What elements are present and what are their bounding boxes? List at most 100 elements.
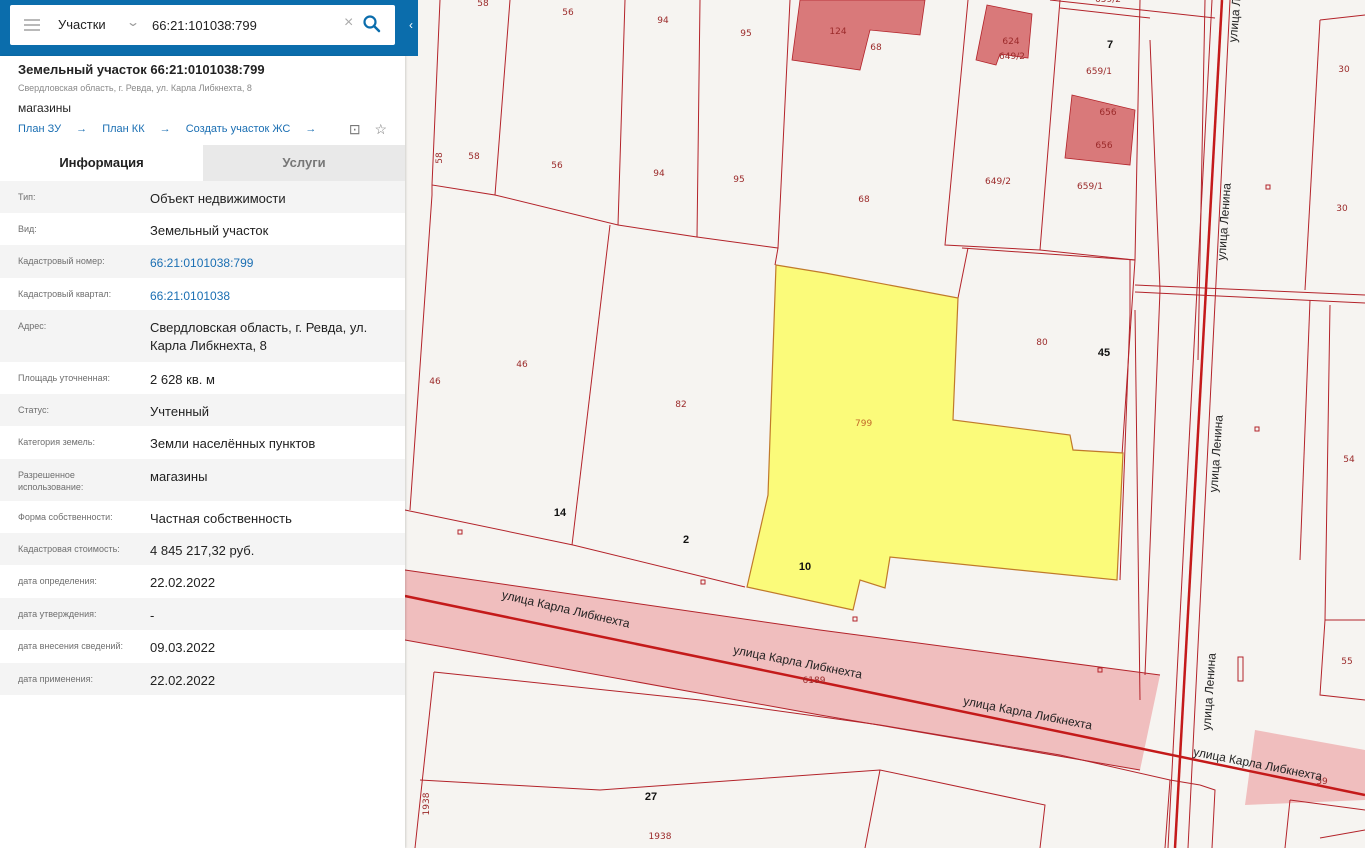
parcel-number-label: 649/2 bbox=[985, 177, 1011, 187]
info-row: Кадастровый номер: 66:21:0101038:799 bbox=[0, 245, 405, 278]
selected-parcel-label: 799 bbox=[855, 419, 872, 429]
search-input[interactable] bbox=[152, 14, 342, 36]
info-row: Адрес: Свердловская область, г. Ревда, ул… bbox=[0, 310, 405, 362]
info-row: дата применения: 22.02.2022 bbox=[0, 663, 405, 695]
parcel-number-label: 94 bbox=[657, 16, 669, 26]
info-row-label: Тип: bbox=[18, 192, 36, 202]
info-row: Тип: Объект недвижимости bbox=[0, 181, 405, 213]
info-row-label: Статус: bbox=[18, 405, 49, 415]
parcel-number-label: 659/1 bbox=[1077, 182, 1103, 192]
info-row-value: Частная собственность bbox=[150, 511, 292, 526]
info-row-label: Вид: bbox=[18, 224, 37, 234]
parcel-number-label: 1938 bbox=[422, 792, 432, 815]
search-type-select[interactable]: Участки bbox=[58, 17, 106, 32]
parcel-number-label: 624 bbox=[1002, 37, 1019, 47]
parcel-number-label: 649/2 bbox=[999, 52, 1025, 62]
parcel-actions: ⊡ ☆ bbox=[339, 121, 387, 138]
info-row-label: дата внесения сведений: bbox=[18, 641, 123, 651]
parcel-number-label: 30 bbox=[1338, 65, 1350, 75]
parcel-number-label: 68 bbox=[858, 195, 870, 205]
tab-information[interactable]: Информация bbox=[0, 145, 203, 181]
parcel-number-label: 46 bbox=[429, 377, 441, 387]
parcel-number-label: 58 bbox=[435, 152, 445, 164]
parcel-number-label: 58 bbox=[477, 0, 489, 9]
quarter-number-label: 27 bbox=[645, 791, 657, 803]
info-row-value: 09.03.2022 bbox=[150, 640, 216, 655]
parcel-number-label: 55 bbox=[1341, 657, 1352, 667]
info-row: дата утверждения: - bbox=[0, 598, 405, 630]
info-row: Форма собственности: Частная собственност… bbox=[0, 501, 405, 533]
parcel-number-label: 82 bbox=[675, 400, 686, 410]
parcel-number-label: 659/2 bbox=[1095, 0, 1121, 5]
parcel-number-label: 95 bbox=[733, 175, 744, 185]
info-row-label: Разрешенное использование: bbox=[18, 470, 84, 492]
parcel-number-label: 80 bbox=[1036, 338, 1048, 348]
info-row: Вид: Земельный участок bbox=[0, 213, 405, 245]
info-row-label: Адрес: bbox=[18, 321, 47, 331]
parcel-number-label: 68 bbox=[870, 43, 882, 53]
info-row: Разрешенное использование: магазины bbox=[0, 459, 405, 501]
parcel-links: План ЗУ → План КК → Создать участок ЖС → bbox=[18, 123, 328, 135]
parcel-number-label: 656 bbox=[1095, 141, 1112, 151]
collapse-panel-icon[interactable]: ‹ bbox=[404, 0, 418, 56]
info-row-link[interactable]: 66:21:0101038 bbox=[150, 287, 390, 305]
parcel-number-label: 6189 bbox=[803, 676, 826, 686]
parcel-number-label: 1938 bbox=[649, 832, 672, 842]
info-row: дата определения: 22.02.2022 bbox=[0, 565, 405, 598]
parcel-number-label: 94 bbox=[653, 169, 665, 179]
menu-icon[interactable] bbox=[24, 19, 40, 31]
info-row-value: Земли населённых пунктов bbox=[150, 436, 316, 451]
quarter-number-label: 14 bbox=[554, 507, 567, 519]
parcel-number-label: 54 bbox=[1343, 455, 1355, 465]
quarter-number-label: 10 bbox=[799, 561, 811, 573]
plan-kk-link[interactable]: План КК → bbox=[102, 123, 170, 135]
quarter-number-label: 7 bbox=[1107, 39, 1113, 51]
info-row: дата внесения сведений: 09.03.2022 bbox=[0, 630, 405, 663]
close-icon[interactable]: × bbox=[344, 14, 353, 32]
info-row: Кадастровый квартал: 66:21:0101038 bbox=[0, 278, 405, 310]
parcel-number-label: 30 bbox=[1336, 204, 1348, 214]
search-bar: Участки ⌄ × ‹ bbox=[0, 0, 418, 56]
info-row-label: дата применения: bbox=[18, 674, 94, 684]
info-row-value: Свердловская область, г. Ревда, ул. Карл… bbox=[150, 320, 368, 353]
parcel-number-label: 58 bbox=[468, 152, 480, 162]
parcel-number-label: 659/1 bbox=[1086, 67, 1112, 77]
parcel-number-label: 124 bbox=[829, 27, 846, 37]
info-row: Площадь уточненная: 2 628 кв. м bbox=[0, 362, 405, 394]
info-row-link[interactable]: 66:21:0101038:799 bbox=[150, 254, 390, 272]
tab-services[interactable]: Услуги bbox=[203, 145, 405, 181]
parcel-number-label: 46 bbox=[516, 360, 528, 370]
info-row-label: Категория земель: bbox=[18, 437, 95, 447]
parcel-permitted-use: магазины bbox=[18, 101, 72, 115]
plan-zu-link[interactable]: План ЗУ → bbox=[18, 123, 87, 135]
parcel-address: Свердловская область, г. Ревда, ул. Карл… bbox=[18, 83, 252, 93]
plan-zu-link-label: План ЗУ bbox=[18, 123, 62, 135]
zoom-to-object-icon[interactable]: ⊡ bbox=[349, 121, 361, 137]
create-parcel-link-label: Создать участок ЖС bbox=[185, 123, 291, 135]
info-row-value: Земельный участок bbox=[150, 223, 269, 238]
search-icon[interactable] bbox=[362, 14, 382, 34]
info-row-label: Кадастровый номер: bbox=[18, 256, 105, 266]
info-row-value: Объект недвижимости bbox=[150, 191, 286, 206]
info-row: Категория земель: Земли населённых пункто… bbox=[0, 426, 405, 459]
parcel-title: Земельный участок 66:21:0101038:799 bbox=[18, 62, 265, 77]
info-row-label: дата определения: bbox=[18, 576, 97, 586]
parcel-number-label: 656 bbox=[1099, 108, 1116, 118]
info-row: Кадастровая стоимость: 4 845 217,32 руб. bbox=[0, 533, 405, 565]
info-row-label: Кадастровый квартал: bbox=[18, 289, 112, 299]
chevron-down-icon[interactable]: ⌄ bbox=[126, 15, 140, 29]
info-row-label: Кадастровая стоимость: bbox=[18, 544, 120, 554]
info-table: Тип: Объект недвижимости Вид: Земельный уча… bbox=[0, 181, 405, 695]
parcel-number-label: 95 bbox=[740, 29, 751, 39]
info-row-value: 22.02.2022 bbox=[150, 673, 216, 688]
info-row-value: магазины bbox=[150, 469, 208, 484]
quarter-number-label: 2 bbox=[683, 534, 689, 546]
info-row: Статус: Учтенный bbox=[0, 394, 405, 426]
info-row-value: Учтенный bbox=[150, 404, 210, 419]
create-parcel-link[interactable]: Создать участок ЖС → bbox=[186, 123, 317, 135]
star-icon[interactable]: ☆ bbox=[374, 121, 387, 137]
info-row-value: 22.02.2022 bbox=[150, 575, 216, 590]
info-row-value: 2 628 кв. м bbox=[150, 372, 215, 387]
info-row-label: Форма собственности: bbox=[18, 512, 113, 522]
plan-kk-link-label: План КК bbox=[102, 123, 145, 135]
